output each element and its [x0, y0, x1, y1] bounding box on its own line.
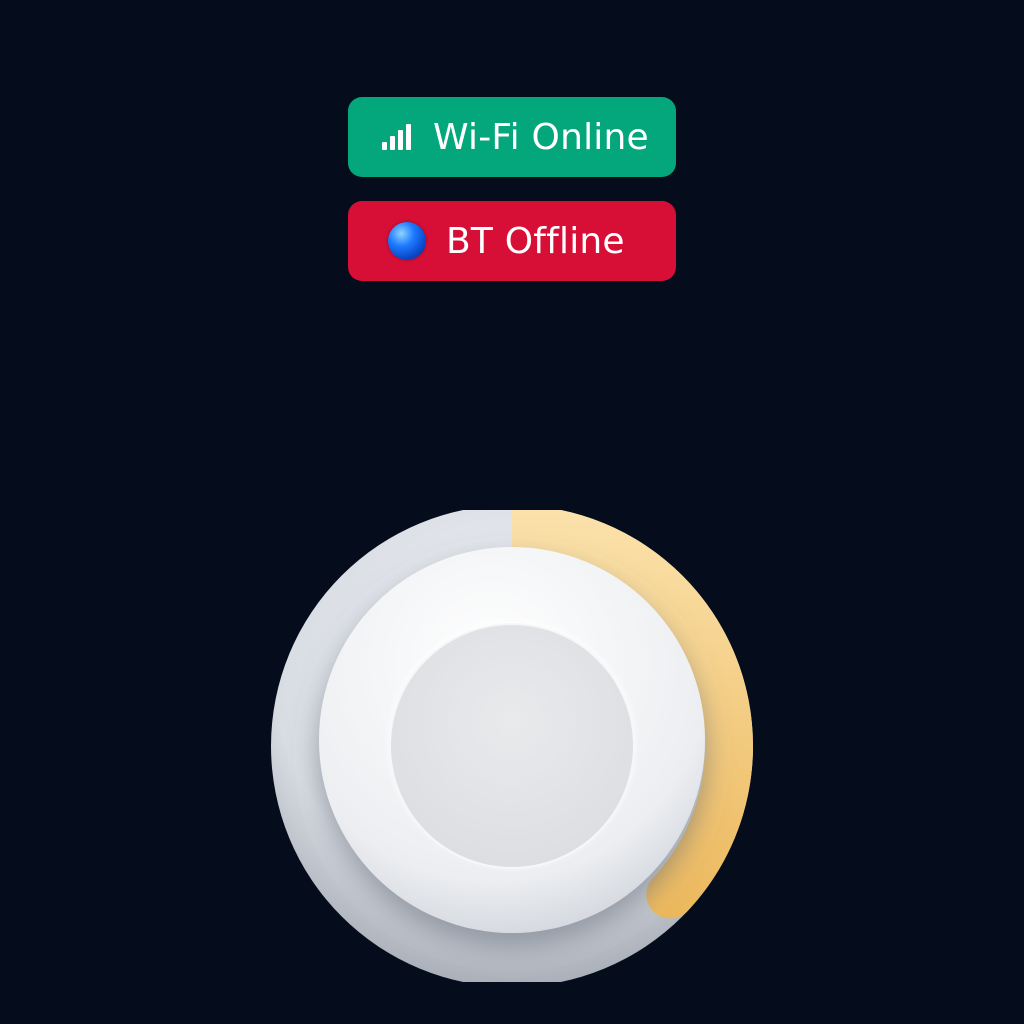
bluetooth-status-button[interactable]: BT Offline	[348, 201, 676, 281]
bluetooth-status-label: BT Offline	[446, 220, 625, 262]
app-screen: Wi-Fi Online BT Offline	[0, 0, 1024, 1024]
dial-knob-graphic	[271, 510, 753, 982]
wifi-status-label: Wi-Fi Online	[433, 116, 649, 158]
blue-orb-icon	[388, 222, 426, 260]
dial-knob[interactable]	[270, 510, 754, 982]
dial-center	[389, 623, 635, 869]
wifi-status-button[interactable]: Wi-Fi Online	[348, 97, 676, 177]
signal-bars-icon	[382, 124, 411, 150]
